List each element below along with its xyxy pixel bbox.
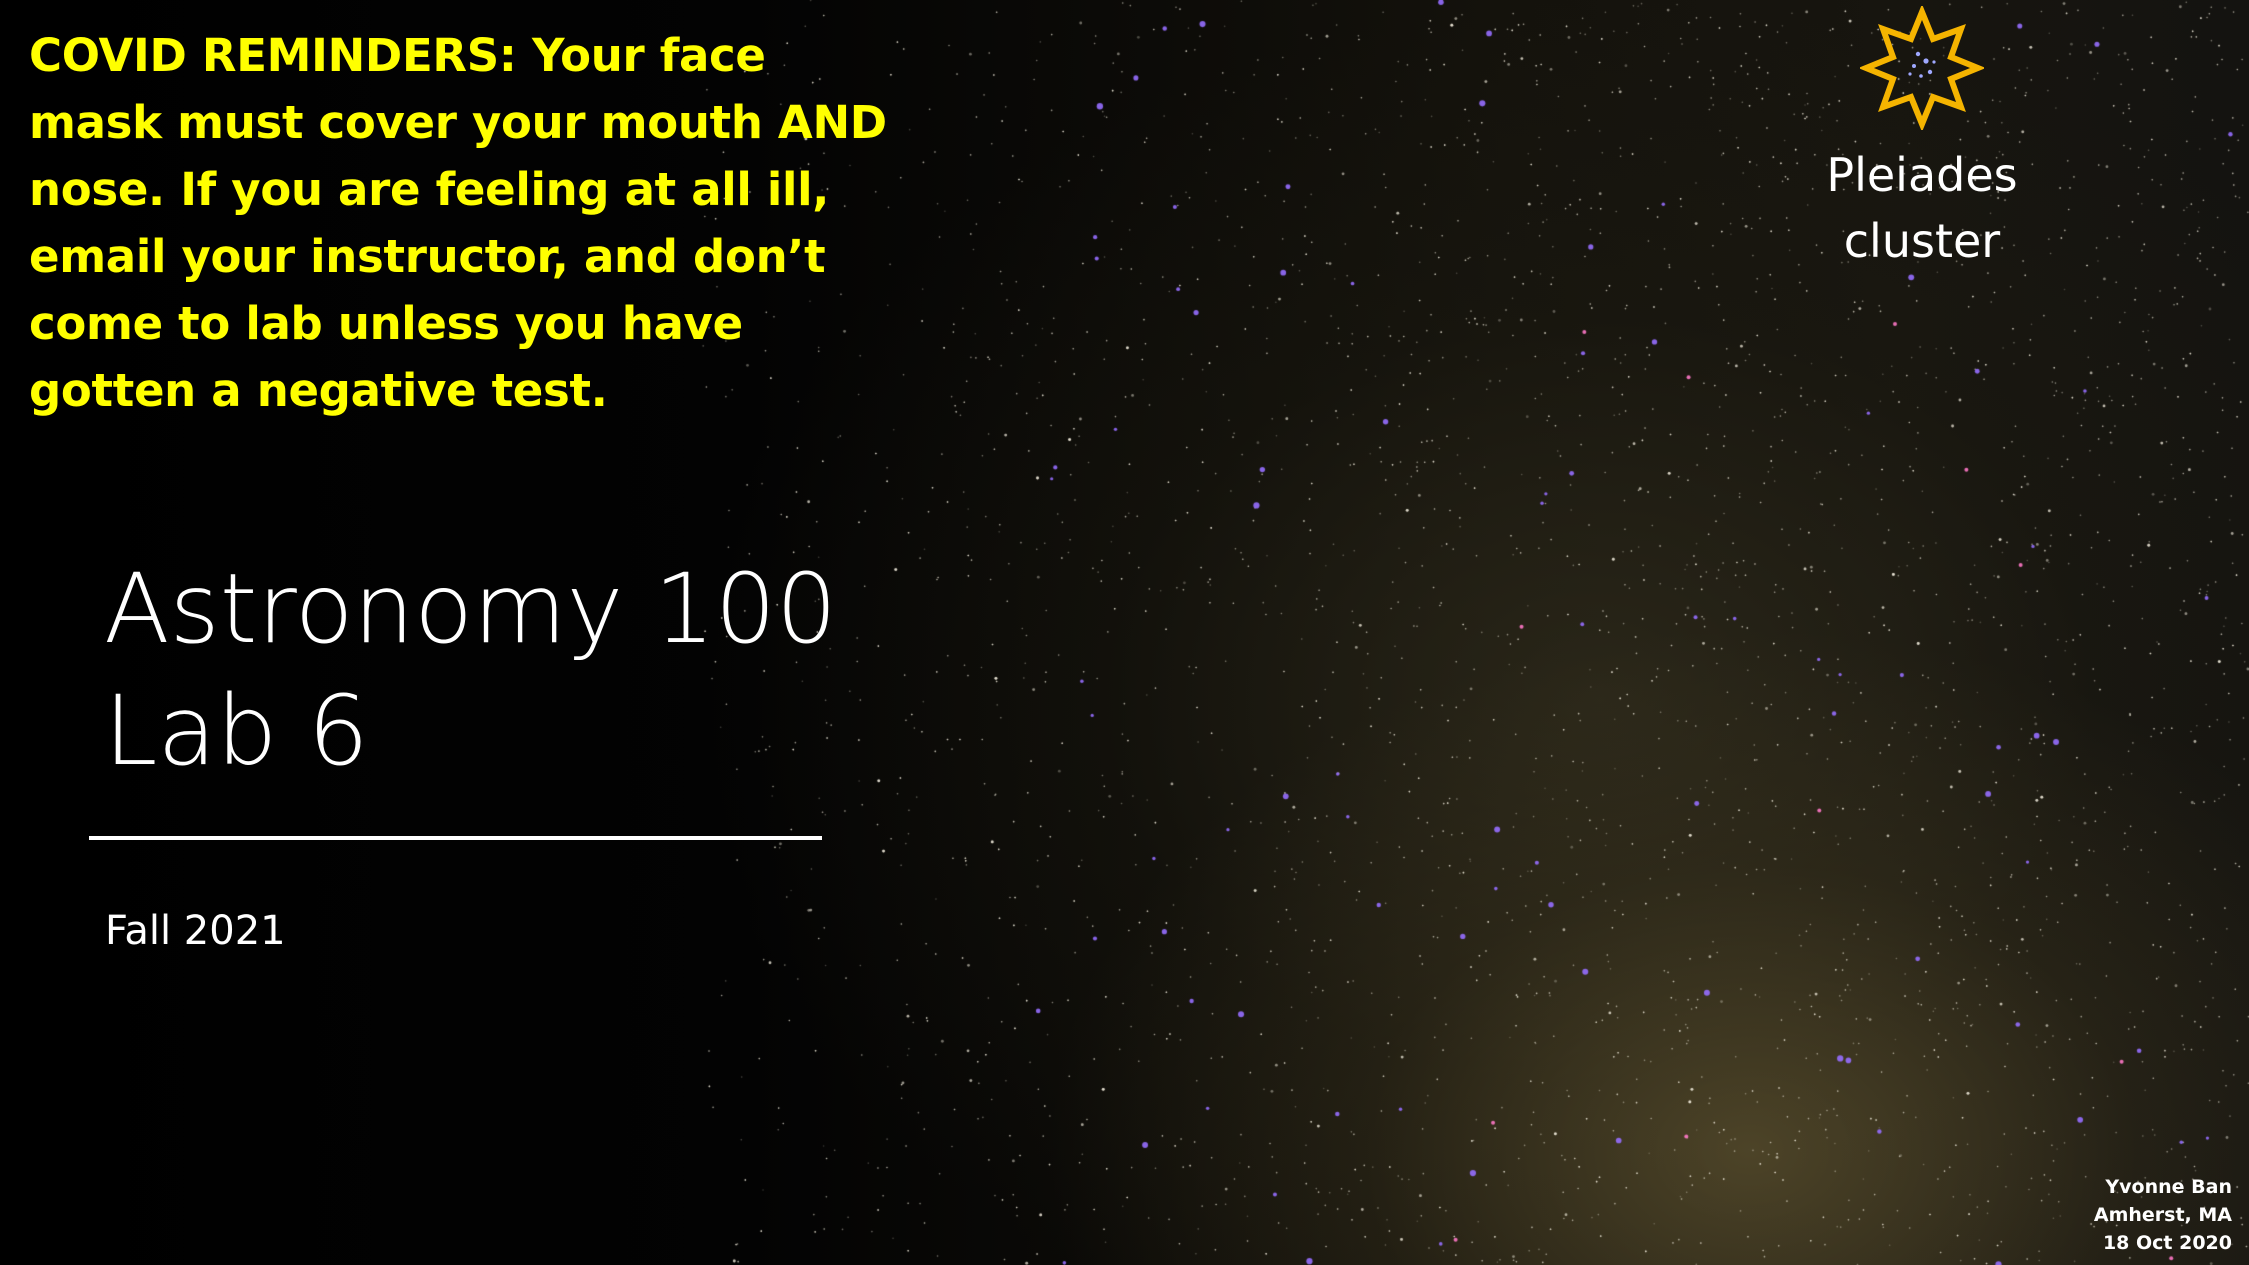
pleiades-annotation: Pleiades cluster	[1780, 142, 2064, 274]
title-divider	[89, 836, 822, 840]
title-line-lab: Lab 6	[104, 675, 369, 787]
photo-credit: Yvonne Ban Amherst, MA 18 Oct 2020	[2094, 1173, 2232, 1257]
annotation-line-1: Pleiades	[1826, 148, 2018, 202]
title-line-course: Astronomy 100	[104, 553, 838, 665]
slide-subtitle: Fall 2021	[105, 908, 286, 954]
star-outline-icon	[1860, 6, 1984, 130]
slide: COVID REMINDERS: Your face mask must cov…	[0, 0, 2249, 1265]
covid-reminder-text: COVID REMINDERS: Your face mask must cov…	[29, 29, 887, 417]
credit-location: Amherst, MA	[2093, 1204, 2232, 1226]
credit-date: 18 Oct 2020	[2102, 1232, 2232, 1254]
credit-photographer: Yvonne Ban	[2105, 1176, 2232, 1198]
annotation-line-2: cluster	[1843, 214, 2001, 268]
slide-title: Astronomy 100 Lab 6	[104, 548, 837, 792]
